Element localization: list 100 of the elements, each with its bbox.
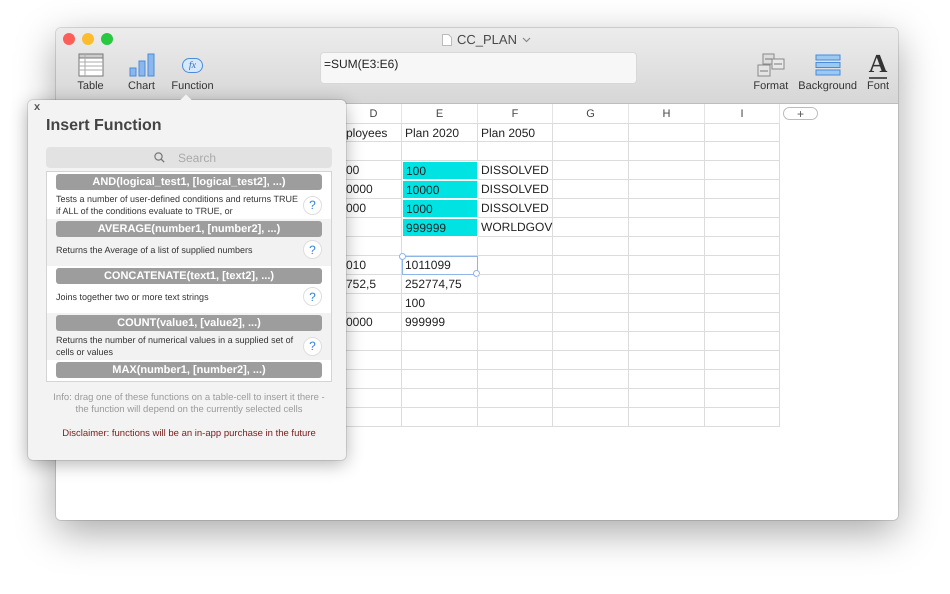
table-cell[interactable] (629, 123, 705, 142)
table-cell[interactable] (629, 294, 705, 313)
table-cell[interactable] (705, 351, 780, 370)
table-cell[interactable] (553, 351, 629, 370)
table-cell[interactable]: Plan 2020 (402, 123, 478, 142)
help-button[interactable]: ? (303, 240, 322, 259)
table-cell[interactable] (629, 180, 705, 199)
table-cell[interactable]: WORLDGOV (478, 218, 553, 237)
column-header[interactable]: H (629, 104, 705, 123)
table-cell[interactable] (553, 161, 629, 180)
table-cell[interactable] (629, 142, 705, 161)
column-header[interactable]: I (705, 104, 780, 123)
table-cell[interactable] (553, 180, 629, 199)
toolbar-button[interactable]: Chart (116, 50, 167, 92)
table-cell[interactable] (705, 161, 780, 180)
table-cell[interactable] (705, 332, 780, 351)
table-cell[interactable] (629, 408, 705, 427)
table-cell[interactable] (402, 332, 478, 351)
table-cell[interactable] (553, 389, 629, 408)
table-cell[interactable] (705, 408, 780, 427)
table-cell[interactable] (402, 370, 478, 389)
table-cell[interactable] (553, 408, 629, 427)
table-cell[interactable] (705, 389, 780, 408)
table-cell[interactable]: 1000 (402, 199, 478, 218)
table-cell[interactable] (478, 256, 553, 275)
table-cell[interactable] (629, 332, 705, 351)
table-cell[interactable] (553, 332, 629, 351)
close-button[interactable]: x (34, 101, 40, 113)
column-header[interactable]: G (553, 104, 629, 123)
table-cell[interactable] (478, 389, 553, 408)
table-cell[interactable] (705, 237, 780, 256)
column-header[interactable]: E (402, 104, 478, 123)
toolbar-button[interactable]: Format (748, 50, 794, 92)
table-cell[interactable]: DISSOLVED (478, 199, 553, 218)
table-cell[interactable] (705, 142, 780, 161)
table-cell[interactable] (705, 370, 780, 389)
table-cell[interactable] (705, 180, 780, 199)
table-cell[interactable] (478, 408, 553, 427)
table-cell[interactable] (705, 123, 780, 142)
table-cell[interactable] (705, 256, 780, 275)
table-cell[interactable] (553, 370, 629, 389)
table-cell[interactable] (553, 275, 629, 294)
table-cell[interactable] (705, 218, 780, 237)
toolbar-button[interactable]: fx Function (167, 50, 218, 92)
table-cell[interactable]: 100 (402, 294, 478, 313)
add-column-button[interactable]: + (783, 107, 818, 120)
help-button[interactable]: ? (303, 287, 322, 306)
table-cell[interactable] (629, 161, 705, 180)
table-cell[interactable]: DISSOLVED (478, 161, 553, 180)
table-cell[interactable] (629, 370, 705, 389)
table-cell[interactable] (629, 199, 705, 218)
table-cell[interactable] (553, 142, 629, 161)
table-cell[interactable] (402, 408, 478, 427)
table-cell[interactable]: 999999 (402, 313, 478, 332)
function-item[interactable]: COUNT(value1, [value2], ...) Returns the number of numerical values in a supplied set of cells or values ? (47, 313, 331, 360)
table-cell[interactable] (705, 199, 780, 218)
table-cell[interactable]: DISSOLVED (478, 180, 553, 199)
table-cell[interactable] (553, 199, 629, 218)
table-cell[interactable] (478, 351, 553, 370)
search-field[interactable]: Search (46, 147, 332, 168)
table-cell[interactable] (629, 218, 705, 237)
table-cell[interactable] (705, 275, 780, 294)
table-cell[interactable] (553, 218, 629, 237)
table-cell[interactable]: Plan 2050 (478, 123, 553, 142)
toolbar-button[interactable]: A Font (862, 50, 894, 92)
table-cell[interactable] (402, 351, 478, 370)
table-cell[interactable] (553, 237, 629, 256)
table-cell[interactable] (629, 275, 705, 294)
table-cell[interactable] (629, 351, 705, 370)
table-cell[interactable] (478, 237, 553, 256)
minimize-window-button[interactable] (82, 33, 94, 45)
table-cell[interactable] (478, 313, 553, 332)
table-cell[interactable] (478, 370, 553, 389)
close-window-button[interactable] (63, 33, 75, 45)
column-header[interactable]: F (478, 104, 553, 123)
table-cell[interactable] (629, 313, 705, 332)
chevron-icon[interactable] (522, 36, 531, 42)
table-cell[interactable] (402, 389, 478, 408)
table-cell[interactable] (553, 256, 629, 275)
table-cell[interactable] (705, 294, 780, 313)
table-cell[interactable] (478, 275, 553, 294)
table-cell[interactable] (553, 294, 629, 313)
table-cell[interactable] (478, 142, 553, 161)
formula-field[interactable]: =SUM(E3:E6) (320, 52, 637, 84)
table-cell[interactable] (478, 294, 553, 313)
table-cell[interactable]: 999999 (402, 218, 478, 237)
function-item[interactable]: AVERAGE(number1, [number2], ...) Returns the Average of a list of supplied numbers ? (47, 219, 331, 266)
toolbar-button[interactable]: Table (65, 50, 116, 92)
help-button[interactable]: ? (303, 196, 322, 214)
table-cell[interactable] (553, 313, 629, 332)
table-cell[interactable] (705, 313, 780, 332)
table-cell[interactable] (478, 332, 553, 351)
table-cell[interactable] (629, 237, 705, 256)
table-cell[interactable]: 100 (402, 161, 478, 180)
table-cell[interactable] (553, 123, 629, 142)
toolbar-button[interactable]: Background (793, 50, 862, 92)
table-cell[interactable]: 10000 (402, 180, 478, 199)
table-cell[interactable] (629, 389, 705, 408)
zoom-window-button[interactable] (101, 33, 113, 45)
table-cell[interactable]: 252774,75 (402, 275, 478, 294)
